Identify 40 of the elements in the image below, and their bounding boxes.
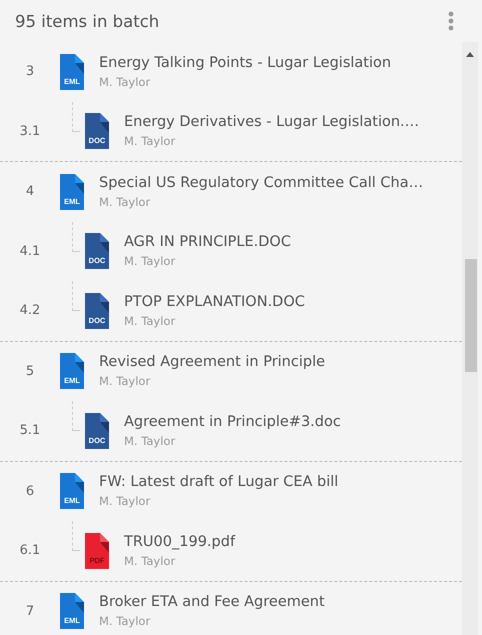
item-title: PTOP EXPLANATION.DOC: [124, 294, 305, 310]
more-icon[interactable]: [448, 11, 454, 31]
item-number: 4.2: [18, 303, 42, 318]
item-title: TRU00_199.pdf: [124, 534, 236, 550]
item-number: 3.1: [18, 124, 42, 139]
item-number: 7: [24, 604, 36, 619]
item-title: Energy Derivatives - Lugar Legislation.…: [124, 114, 420, 130]
item-author: M. Taylor: [99, 614, 152, 628]
tree-connector: [72, 102, 80, 132]
item-title: Energy Talking Points - Lugar Legislation: [99, 54, 392, 71]
item-title: Special US Regulatory Committee Call Cha…: [99, 174, 424, 191]
batch-title: 95 items in batch: [15, 12, 160, 30]
tree-connector: [72, 222, 80, 252]
item-author: M. Taylor: [99, 374, 152, 388]
item-title: Agreement in Principle#3.doc: [124, 414, 341, 430]
item-author: M. Taylor: [124, 134, 176, 148]
item-author: M. Taylor: [124, 434, 176, 448]
item-author: M. Taylor: [124, 254, 176, 268]
item-author: M. Taylor: [124, 314, 176, 328]
item-number: 6.1: [18, 543, 42, 558]
item-number: 5: [24, 364, 36, 379]
tree-connector: [72, 281, 80, 311]
item-number: 3: [24, 64, 36, 80]
scrollbar[interactable]: [462, 42, 478, 635]
item-author: M. Taylor: [99, 74, 152, 89]
item-number: 5.1: [18, 423, 42, 438]
item-number: 6: [24, 484, 36, 499]
tree-connector: [72, 521, 80, 551]
item-title: FW: Latest draft of Lugar CEA bill: [99, 474, 338, 490]
scroll-up-icon[interactable]: [466, 52, 474, 57]
item-number: 4: [24, 184, 36, 200]
item-title: Revised Agreement in Principle: [99, 354, 326, 370]
item-author: M. Taylor: [99, 194, 152, 209]
tree-connector: [72, 401, 80, 431]
item-title: AGR IN PRINCIPLE.DOC: [124, 234, 291, 250]
item-author: M. Taylor: [99, 494, 152, 508]
item-author: M. Taylor: [124, 554, 176, 568]
scroll-thumb[interactable]: [465, 259, 477, 372]
item-title: Broker ETA and Fee Agreement: [99, 594, 325, 610]
item-number: 4.1: [18, 244, 42, 259]
